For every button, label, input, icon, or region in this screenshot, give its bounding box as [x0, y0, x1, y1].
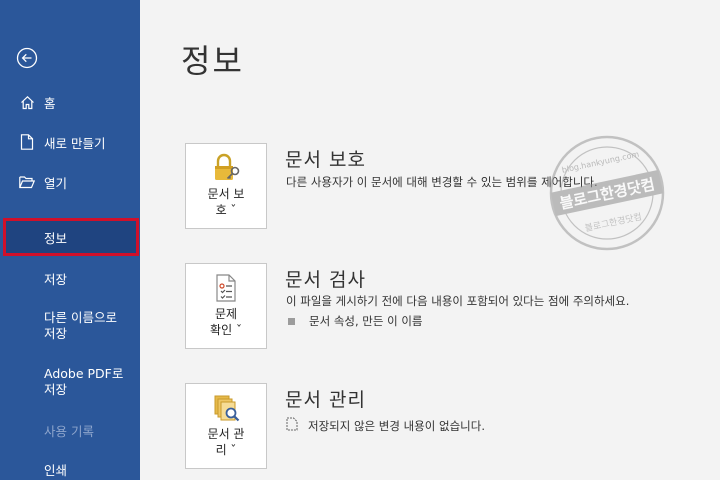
sidebar-item-save-as[interactable]: 다른 이름으로 저장 [0, 310, 140, 346]
protect-document-button[interactable]: 문서 보 호 ˇ [185, 143, 267, 229]
back-arrow-icon[interactable] [16, 47, 38, 69]
sidebar-item-label: 사용 기록 [44, 423, 94, 439]
sidebar-item-label: 저장 [44, 271, 68, 287]
backstage-sidebar: 홈 새로 만들기 열기 정보 저장 다른 이름으로 저장 Adobe PDF로 … [0, 0, 140, 480]
sidebar-item-new[interactable]: 새로 만들기 [0, 130, 140, 154]
button-label: 문서 보 호 ˇ [207, 187, 245, 217]
blog-watermark-stamp: 블로그한경닷컴 blog.hankyung.com 블로그한경닷컴 [548, 134, 666, 252]
sidebar-item-history: 사용 기록 [0, 418, 140, 442]
manage-section-title: 문서 관리 [285, 389, 366, 411]
sidebar-item-save[interactable]: 저장 [0, 266, 140, 290]
sidebar-item-save-as-pdf[interactable]: Adobe PDF로 저장 [0, 366, 140, 402]
inspect-section-description: 이 파일을 게시하기 전에 다음 내용이 포함되어 있다는 점에 주의하세요. [286, 294, 630, 308]
sidebar-item-open[interactable]: 열기 [0, 170, 140, 194]
unsaved-document-icon [286, 417, 298, 434]
bullet-text: 문서 속성, 만든 이 이름 [309, 314, 423, 328]
sidebar-item-home[interactable]: 홈 [0, 90, 140, 114]
sidebar-item-label: 다른 이름으로 저장 [44, 310, 117, 341]
lock-key-icon [210, 152, 242, 184]
protect-section-title: 문서 보호 [285, 149, 366, 171]
check-for-issues-button[interactable]: 문제 확인 ˇ [185, 263, 267, 349]
sidebar-item-label: 새로 만들기 [44, 135, 106, 151]
manage-bullet-item: 저장되지 않은 변경 내용이 없습니다. [286, 417, 485, 434]
button-label: 문서 관 리 ˇ [207, 427, 245, 457]
open-folder-icon [19, 174, 35, 190]
sidebar-item-info[interactable]: 정보 [3, 218, 139, 256]
button-label: 문제 확인 ˇ [210, 307, 242, 337]
sidebar-item-label: Adobe PDF로 저장 [44, 366, 124, 397]
manage-document-button[interactable]: 문서 관 리 ˇ [185, 383, 267, 469]
sidebar-item-print[interactable]: 인쇄 [0, 457, 140, 480]
bullet-square-icon [288, 317, 295, 325]
sidebar-item-label: 홈 [44, 95, 56, 111]
page-title: 정보 [181, 42, 244, 80]
sidebar-item-label: 열기 [44, 175, 68, 191]
inspect-document-icon [210, 272, 242, 304]
bullet-text: 저장되지 않은 변경 내용이 없습니다. [308, 418, 485, 433]
new-document-icon [19, 134, 35, 150]
home-icon [19, 94, 35, 110]
inspect-section-title: 문서 검사 [285, 269, 366, 291]
inspect-bullet-item: 문서 속성, 만든 이 이름 [288, 313, 423, 329]
manage-document-icon [210, 392, 242, 424]
sidebar-item-label: 인쇄 [44, 462, 68, 478]
sidebar-item-label: 정보 [44, 230, 68, 246]
